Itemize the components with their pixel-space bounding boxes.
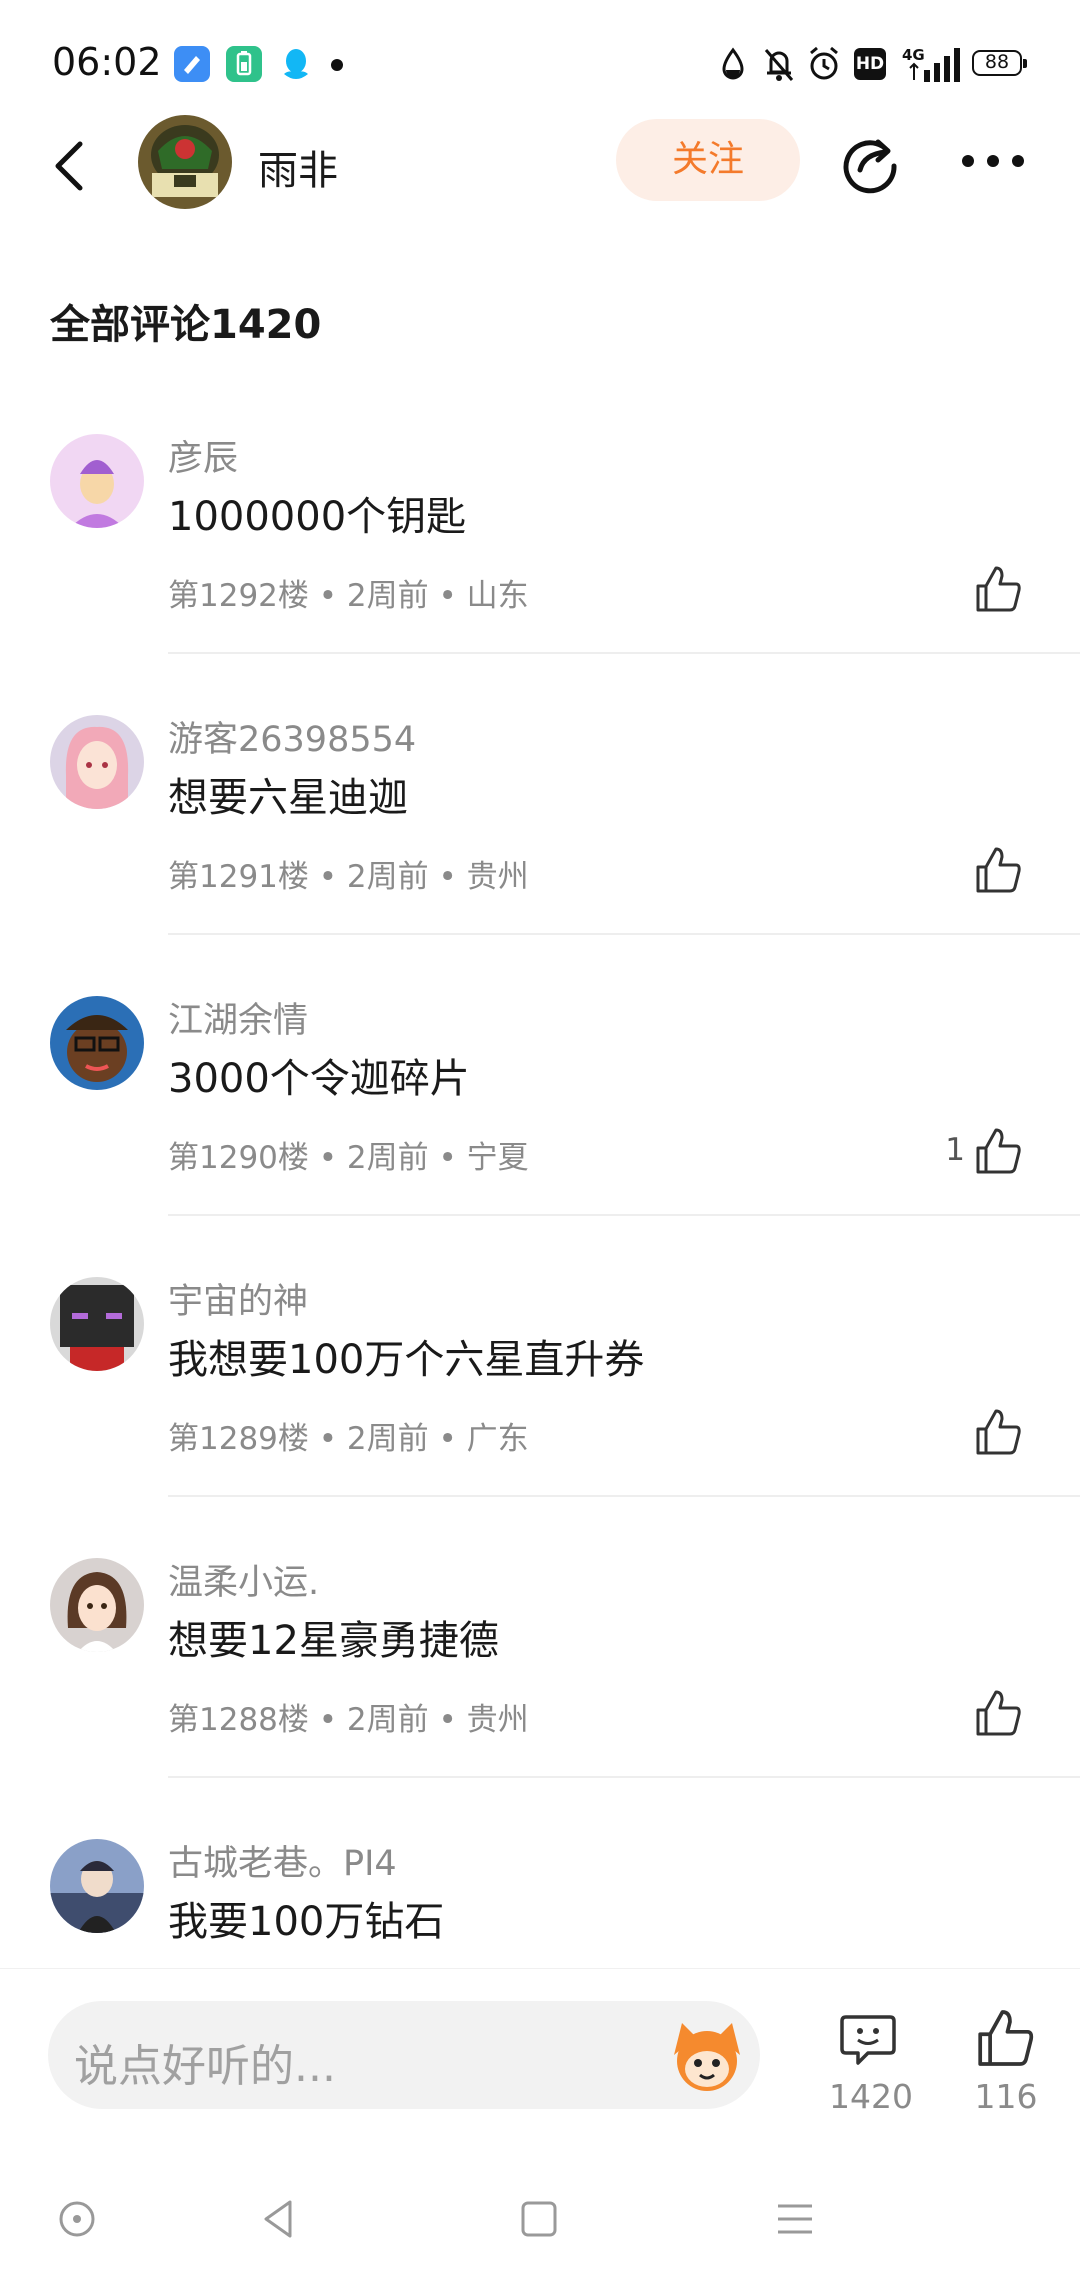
- user-avatar[interactable]: [138, 115, 232, 209]
- emoji-mascot-icon[interactable]: [666, 2015, 748, 2097]
- qq-icon: [278, 46, 314, 82]
- comment-list: 彦辰 1000000个钥匙 第1292楼 • 2周前 • 山东 游客263985…: [0, 400, 1080, 2086]
- alarm-icon: [810, 46, 838, 80]
- comment-text: 3000个令迦碎片: [168, 1056, 470, 1102]
- comment-text: 想要六星迪迦: [168, 775, 408, 821]
- back-arrow-icon[interactable]: [44, 136, 100, 196]
- commenter-avatar[interactable]: [50, 715, 144, 809]
- comment-text: 我要100万钻石: [168, 1899, 445, 1945]
- like-count: 116: [974, 2077, 1038, 2116]
- hd-indicator: HD: [854, 48, 886, 80]
- home-square-icon[interactable]: [516, 2196, 562, 2242]
- comment-item[interactable]: 宇宙的神 我想要100万个六星直升券 第1289楼 • 2周前 • 广东: [0, 1243, 1080, 1524]
- thumbs-up-icon[interactable]: [974, 1688, 1022, 1738]
- commenter-name[interactable]: 江湖余情: [168, 992, 308, 1043]
- comment-icon[interactable]: [838, 2009, 898, 2069]
- comment-item[interactable]: 江湖余情 3000个令迦碎片 第1290楼 • 2周前 • 宁夏 1: [0, 962, 1080, 1243]
- comment-text: 1000000个钥匙: [168, 494, 467, 540]
- share-icon[interactable]: [838, 132, 902, 196]
- more-options-icon[interactable]: [958, 146, 1028, 176]
- app-notification-icon: [174, 46, 210, 82]
- divider: [168, 1776, 1080, 1778]
- comment-meta: 第1291楼 • 2周前 • 贵州: [168, 859, 529, 895]
- comment-meta: 第1292楼 • 2周前 • 山东: [168, 578, 529, 614]
- thumbs-up-icon[interactable]: [974, 1407, 1022, 1457]
- commenter-avatar[interactable]: [50, 996, 144, 1090]
- thumbs-up-icon[interactable]: [974, 2007, 1036, 2069]
- comment-meta: 第1290楼 • 2周前 • 宁夏: [168, 1140, 529, 1176]
- comment-count: 1420: [829, 2077, 913, 2116]
- thumbs-up-icon[interactable]: [974, 1126, 1022, 1176]
- follow-button[interactable]: 关注: [616, 119, 800, 201]
- signal-icon: [909, 48, 960, 82]
- thumbs-up-icon[interactable]: [974, 845, 1022, 895]
- header: 雨非 关注: [0, 110, 1080, 220]
- user-name[interactable]: 雨非: [258, 138, 338, 196]
- assistant-circle-icon[interactable]: [54, 2196, 100, 2242]
- commenter-avatar[interactable]: [50, 434, 144, 528]
- comment-meta: 第1289楼 • 2周前 • 广东: [168, 1421, 529, 1457]
- commenter-name[interactable]: 游客26398554: [168, 711, 416, 762]
- commenter-name[interactable]: 温柔小运.: [168, 1554, 319, 1605]
- commenter-name[interactable]: 宇宙的神: [168, 1273, 308, 1324]
- system-nav-bar: [0, 2158, 1080, 2280]
- commenter-avatar[interactable]: [50, 1839, 144, 1933]
- back-triangle-icon[interactable]: [256, 2196, 302, 2242]
- comment-text: 我想要100万个六星直升券: [168, 1337, 645, 1383]
- divider: [168, 1495, 1080, 1497]
- divider: [168, 933, 1080, 935]
- comment-item[interactable]: 温柔小运. 想要12星豪勇捷德 第1288楼 • 2周前 • 贵州: [0, 1524, 1080, 1805]
- recents-menu-icon[interactable]: [772, 2196, 818, 2242]
- commenter-name[interactable]: 古城老巷。PI4: [168, 1835, 397, 1886]
- comment-like-count: 1: [945, 1132, 965, 1168]
- status-time: 06:02: [52, 40, 162, 84]
- notification-dot-icon: [331, 59, 343, 71]
- divider: [168, 1214, 1080, 1216]
- divider: [168, 652, 1080, 654]
- comment-item[interactable]: 游客26398554 想要六星迪迦 第1291楼 • 2周前 • 贵州: [0, 681, 1080, 962]
- comment-input[interactable]: 说点好听的...: [48, 2001, 760, 2109]
- comment-meta: 第1288楼 • 2周前 • 贵州: [168, 1702, 529, 1738]
- commenter-avatar[interactable]: [50, 1558, 144, 1652]
- battery-icon: 88: [972, 50, 1027, 76]
- commenter-avatar[interactable]: [50, 1277, 144, 1371]
- comment-text: 想要12星豪勇捷德: [168, 1618, 499, 1664]
- comment-page: 06:02 HD 4G 88 雨非 关注 全部评论1420 彦辰 1000000…: [0, 0, 1080, 2280]
- mute-bell-icon: [764, 49, 794, 81]
- comment-input-bar: 说点好听的... 1420 116: [0, 1968, 1080, 2159]
- data-saver-icon: [722, 47, 744, 80]
- thumbs-up-icon[interactable]: [974, 564, 1022, 614]
- all-comments-title: 全部评论1420: [50, 302, 322, 348]
- comment-input-placeholder: 说点好听的...: [74, 2041, 336, 2092]
- battery-app-icon: [226, 46, 262, 82]
- comment-item[interactable]: 彦辰 1000000个钥匙 第1292楼 • 2周前 • 山东: [0, 400, 1080, 681]
- commenter-name[interactable]: 彦辰: [168, 430, 238, 481]
